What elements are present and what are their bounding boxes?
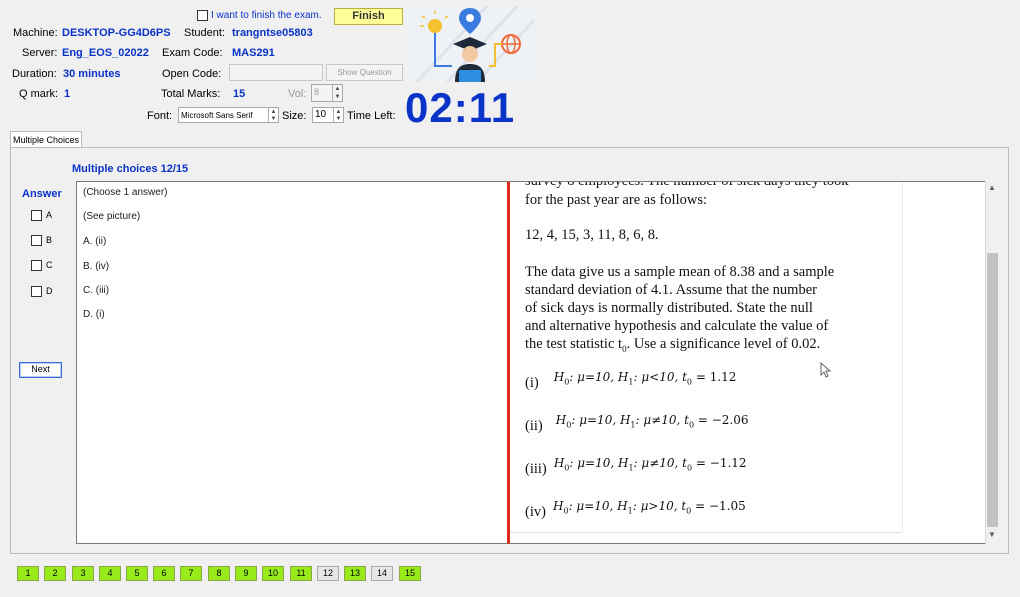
- machine-value: DESKTOP-GG4D6PS: [62, 27, 171, 39]
- question-text-box: (Choose 1 answer) (See picture) A. (ii) …: [76, 181, 510, 544]
- option-b-text: B. (iv): [83, 261, 110, 272]
- answer-label: Answer: [22, 188, 62, 200]
- answer-checkbox-d[interactable]: [31, 286, 42, 297]
- font-select-value: Microsoft Sans Serif: [181, 111, 253, 120]
- finish-exam-label: I want to finish the exam.: [211, 10, 322, 21]
- size-spin-buttons[interactable]: ▲ ▼: [333, 108, 343, 122]
- nav-question-10[interactable]: 10: [262, 566, 284, 581]
- open-code-input[interactable]: [229, 64, 323, 81]
- option-d-text: D. (i): [83, 309, 105, 320]
- hypothesis-choice-3: (iii) H0: μ=10, H1: μ≠10, t0 = −1.12: [525, 456, 747, 478]
- nav-question-15[interactable]: 15: [399, 566, 421, 581]
- picture-intro: for the past year are as follows:: [525, 192, 707, 208]
- answer-checkbox-a[interactable]: [31, 210, 42, 221]
- font-label: Font:: [147, 110, 173, 122]
- mouse-cursor-icon: [820, 361, 832, 381]
- total-marks-value: 15: [233, 88, 246, 100]
- exam-code-label: Exam Code:: [162, 47, 223, 59]
- choice-number: (iii): [525, 461, 547, 477]
- nav-question-1[interactable]: 1: [17, 566, 39, 581]
- choice-formula: H0: μ=10, H1: μ>10, t0 = −1.05: [553, 499, 746, 516]
- size-label: Size:: [282, 110, 307, 122]
- nav-question-8[interactable]: 8: [208, 566, 230, 581]
- question-title: Multiple choices 12/15: [72, 163, 189, 175]
- choice-number: (i): [525, 375, 539, 391]
- picture-para-line-2: standard deviation of 4.1. Assume that t…: [525, 282, 817, 298]
- choice-number: (ii): [525, 418, 543, 434]
- server-value: Eng_EOS_02022: [62, 47, 149, 59]
- answer-label-c: C: [46, 260, 53, 270]
- nav-question-9[interactable]: 9: [235, 566, 257, 581]
- machine-label: Machine:: [13, 27, 58, 39]
- vol-label: Vol:: [288, 88, 307, 100]
- choice-formula: H0: μ=10, H1: μ≠10, t0 = −1.12: [553, 456, 747, 473]
- total-marks-label: Total Marks:: [161, 88, 221, 100]
- picture-para-line-1: The data give us a sample mean of 8.38 a…: [525, 264, 835, 280]
- nav-question-6[interactable]: 6: [153, 566, 175, 581]
- next-button[interactable]: Next: [19, 362, 62, 378]
- picture-scrollbar[interactable]: ▲ ▼: [985, 181, 999, 544]
- scroll-down-icon[interactable]: ▼: [988, 530, 996, 539]
- open-code-label: Open Code:: [162, 68, 222, 80]
- vol-value: 8: [314, 87, 320, 97]
- scroll-up-icon[interactable]: ▲: [988, 183, 996, 192]
- nav-question-4[interactable]: 4: [99, 566, 121, 581]
- answer-label-b: B: [46, 235, 53, 245]
- timer: 02:11: [405, 84, 516, 131]
- hypothesis-choice-1: (i) H0: μ=10, H1: μ<10, t0 = 1.12: [525, 370, 736, 392]
- nav-question-7[interactable]: 7: [180, 566, 202, 581]
- nav-question-11[interactable]: 11: [290, 566, 312, 581]
- nav-question-3[interactable]: 3: [72, 566, 94, 581]
- answer-label-a: A: [46, 210, 53, 220]
- student-value: trangntse05803: [232, 27, 313, 39]
- size-stepper[interactable]: 10 ▲ ▼: [312, 107, 344, 123]
- picture-bottom-edge: [510, 532, 902, 533]
- picture-para-line-5: the test statistic t0. Use a significanc…: [525, 336, 820, 354]
- hypothesis-choice-4: (iv) H0: μ=10, H1: μ>10, t0 = −1.05: [525, 499, 746, 521]
- exam-logo: [407, 4, 536, 84]
- finish-exam-checkbox[interactable]: [197, 10, 208, 21]
- question-see-picture: (See picture): [83, 211, 141, 222]
- picture-para-line-3: of sick days is normally distributed. St…: [525, 300, 813, 316]
- exam-code-value: MAS291: [232, 47, 275, 59]
- size-value: 10: [315, 109, 327, 120]
- picture-data-line: 12, 4, 15, 3, 11, 8, 6, 8.: [525, 227, 659, 243]
- question-instruction: (Choose 1 answer): [83, 187, 168, 198]
- nav-question-13[interactable]: 13: [344, 566, 366, 581]
- nav-question-12[interactable]: 12: [317, 566, 339, 581]
- picture-right-edge: [902, 182, 903, 532]
- answer-checkbox-b[interactable]: [31, 235, 42, 246]
- choice-number: (iv): [525, 504, 546, 520]
- question-picture-pane: survey 8 employees. The number of sick d…: [507, 181, 985, 544]
- option-a-text: A. (ii): [83, 236, 107, 247]
- hypothesis-choice-2: (ii) H0: μ=10, H1: μ≠10, t0 = −2.06: [525, 413, 749, 435]
- font-select[interactable]: Microsoft Sans Serif ▲ ▼: [178, 107, 279, 123]
- answer-checkbox-c[interactable]: [31, 260, 42, 271]
- choice-formula: H0: μ=10, H1: μ<10, t0 = 1.12: [553, 370, 737, 387]
- finish-button[interactable]: Finish: [334, 8, 403, 25]
- qmark-value: 1: [64, 88, 71, 100]
- answer-label-d: D: [46, 286, 53, 296]
- qmark-label: Q mark:: [19, 88, 59, 100]
- font-spin-buttons[interactable]: ▲ ▼: [268, 108, 278, 122]
- statistic-text: the test statistic t: [525, 336, 623, 352]
- choice-formula: H0: μ=10, H1: μ≠10, t0 = −2.06: [555, 413, 749, 430]
- significance-text: . Use a significance level of 0.02.: [626, 336, 821, 352]
- picture-cut-line: survey 8 employees. The number of sick d…: [525, 181, 849, 189]
- server-label: Server:: [22, 47, 58, 59]
- student-label: Student:: [184, 27, 225, 39]
- option-c-text: C. (iii): [83, 285, 110, 296]
- duration-label: Duration:: [12, 68, 57, 80]
- duration-value: 30 minutes: [63, 68, 121, 80]
- tab-multiple-choices[interactable]: Multiple Choices: [10, 131, 82, 148]
- nav-question-5[interactable]: 5: [126, 566, 148, 581]
- vol-stepper[interactable]: 8 ▲ ▼: [311, 84, 343, 102]
- nav-question-2[interactable]: 2: [44, 566, 66, 581]
- show-question-button[interactable]: Show Question: [326, 64, 403, 81]
- time-left-label: Time Left:: [347, 110, 396, 122]
- vol-spin-buttons[interactable]: ▲ ▼: [332, 85, 342, 101]
- picture-para-line-4: and alternative hypothesis and calculate…: [525, 318, 829, 334]
- scrollbar-thumb[interactable]: [987, 253, 998, 527]
- nav-question-14[interactable]: 14: [371, 566, 393, 581]
